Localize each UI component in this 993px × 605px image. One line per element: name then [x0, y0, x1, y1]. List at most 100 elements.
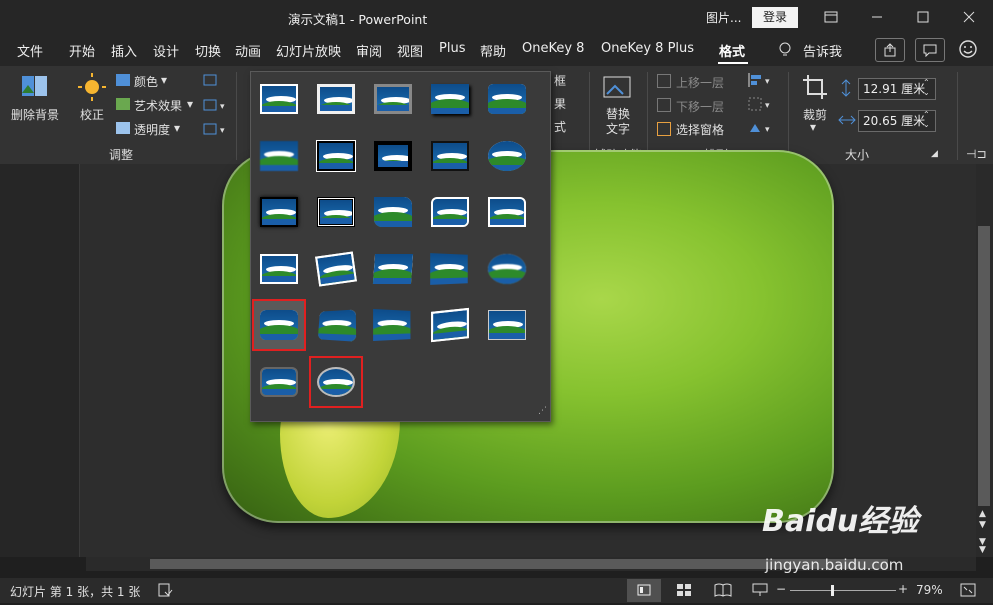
tab-view[interactable]: 视图: [397, 41, 423, 60]
picture-border-button[interactable]: 框: [554, 72, 566, 89]
tab-review[interactable]: 审阅: [356, 41, 382, 60]
remove-background-button[interactable]: 删除背景: [11, 106, 59, 123]
picture-style-metal-frame[interactable]: [368, 75, 418, 123]
ribbon-display-options-button[interactable]: [808, 0, 854, 34]
picture-effects-button[interactable]: 果: [554, 95, 566, 112]
picture-style-compound-frame-black[interactable]: [311, 188, 361, 236]
compress-pictures-icon[interactable]: [202, 73, 218, 90]
group-label-size: 大小: [845, 148, 870, 162]
picture-style-soft-edge-rectangle[interactable]: [254, 132, 304, 180]
picture-style-center-shadow-rectangle[interactable]: [254, 188, 304, 236]
picture-style-preview-icon: [372, 253, 414, 284]
login-button[interactable]: 登录: [752, 7, 798, 28]
picture-style-rotated-white[interactable]: [311, 245, 361, 293]
vertical-scroll-thumb[interactable]: [978, 226, 990, 506]
rotate-icon[interactable]: ▾: [747, 120, 773, 139]
fit-to-window-button[interactable]: [960, 583, 976, 600]
align-icon[interactable]: ▾: [747, 72, 773, 91]
minimize-button[interactable]: [854, 0, 900, 34]
slide-sorter-button[interactable]: [676, 583, 692, 600]
tell-me-search[interactable]: 告诉我: [803, 41, 842, 60]
send-backward-button[interactable]: 下移一层: [676, 98, 724, 115]
picture-style-preview-icon: [260, 366, 298, 397]
maximize-button[interactable]: [900, 0, 946, 34]
transparency-button[interactable]: 透明度: [134, 121, 170, 138]
transparency-icon: [116, 122, 130, 134]
zoom-slider-track[interactable]: [790, 590, 896, 591]
picture-style-relaxed-perspective[interactable]: [425, 245, 475, 293]
zoom-slider-thumb[interactable]: [831, 585, 834, 596]
picture-style-simple-frame-white[interactable]: [254, 75, 304, 123]
picture-layout-button[interactable]: 式: [554, 118, 566, 135]
normal-view-button[interactable]: [627, 579, 661, 602]
picture-style-bevel-perspective-left[interactable]: [425, 301, 475, 349]
picture-style-moderate-frame-white[interactable]: [482, 188, 532, 236]
picture-style-reflected-rounded-rectangle[interactable]: [482, 75, 532, 123]
picture-style-double-frame-black[interactable]: [311, 132, 361, 180]
next-slide-icon[interactable]: ▼ ▼: [979, 538, 986, 555]
gallery-resize-handle-icon[interactable]: ⋰: [538, 406, 547, 416]
artistic-dropdown-icon[interactable]: ▾: [187, 97, 193, 111]
transparency-dropdown-icon[interactable]: ▾: [174, 121, 180, 135]
picture-style-reflected-bevel-black[interactable]: [368, 301, 418, 349]
accessibility-check-icon[interactable]: [157, 582, 173, 601]
picture-style-preview-icon: [315, 251, 357, 286]
selection-pane-button[interactable]: 选择窗格: [676, 121, 724, 138]
corrections-button[interactable]: 校正: [80, 106, 104, 123]
svg-text:▾: ▾: [220, 126, 225, 136]
tab-insert[interactable]: 插入: [111, 41, 137, 60]
picture-style-snip-diagonal-corner[interactable]: [425, 188, 475, 236]
picture-style-reflected-bevel-white[interactable]: [482, 301, 532, 349]
picture-style-preview-icon: [260, 140, 298, 171]
color-dropdown-icon[interactable]: ▾: [161, 73, 167, 87]
share-button[interactable]: [875, 38, 905, 62]
tab-home[interactable]: 开始: [69, 41, 95, 60]
group-objects-icon[interactable]: ▾: [747, 96, 773, 115]
tab-file[interactable]: 文件: [17, 41, 43, 60]
change-picture-icon[interactable]: ▾: [202, 98, 228, 115]
artistic-effects-button[interactable]: 艺术效果: [134, 97, 182, 114]
tab-format[interactable]: 格式: [719, 41, 745, 60]
picture-style-drop-shadow-rectangle[interactable]: [425, 75, 475, 123]
zoom-in-button[interactable]: +: [898, 582, 908, 596]
color-button[interactable]: 颜色: [134, 73, 158, 90]
tab-animations[interactable]: 动画: [235, 41, 261, 60]
tab-design[interactable]: 设计: [153, 41, 179, 60]
crop-dropdown-icon[interactable]: ▾: [810, 120, 816, 134]
tab-onekey8[interactable]: OneKey 8: [522, 41, 584, 56]
height-spinner[interactable]: ⌃ ⌄: [923, 78, 930, 98]
feedback-smiley-button[interactable]: [958, 39, 978, 62]
comments-button[interactable]: [915, 38, 945, 62]
tab-onekey8-plus[interactable]: OneKey 8 Plus: [601, 41, 694, 56]
context-tab-label[interactable]: 图片...: [706, 9, 741, 26]
picture-style-perspective-shadow[interactable]: [368, 245, 418, 293]
picture-style-thick-matte-black[interactable]: [368, 132, 418, 180]
tab-slideshow[interactable]: 幻灯片放映: [276, 41, 341, 60]
slide-thumbnail-pane[interactable]: [0, 164, 80, 557]
tab-plus[interactable]: Plus: [439, 41, 465, 56]
zoom-out-button[interactable]: −: [776, 582, 786, 596]
picture-style-bevel-rectangle[interactable]: [252, 299, 306, 351]
picture-style-simple-frame-black[interactable]: [425, 132, 475, 180]
scroll-down-arrows-icon[interactable]: ▲ ▼: [979, 509, 986, 531]
tab-transitions[interactable]: 切换: [195, 41, 221, 60]
tab-help[interactable]: 帮助: [480, 41, 506, 60]
size-launcher-icon[interactable]: ◢: [931, 149, 938, 159]
slideshow-button[interactable]: [752, 583, 768, 600]
alt-text-button-line2[interactable]: 文字: [606, 120, 630, 137]
pin-ribbon-icon[interactable]: ⊣⊐: [966, 147, 987, 161]
picture-style-soft-edge-oval[interactable]: [482, 245, 532, 293]
picture-style-rounded-diagonal-corner[interactable]: [368, 188, 418, 236]
picture-style-moderate-frame-black[interactable]: [254, 245, 304, 293]
bring-forward-button[interactable]: 上移一层: [676, 74, 724, 91]
picture-style-reflected-oval[interactable]: [482, 132, 532, 180]
picture-style-metal-oval[interactable]: [309, 355, 363, 408]
reading-view-button[interactable]: [714, 583, 732, 600]
picture-style-metal-rounded-rectangle[interactable]: [254, 358, 304, 406]
picture-style-bevel-perspective[interactable]: [311, 301, 361, 349]
zoom-level[interactable]: 79%: [916, 583, 943, 597]
width-spinner[interactable]: ⌃ ⌄: [923, 110, 930, 130]
close-button[interactable]: [946, 0, 992, 34]
reset-picture-icon[interactable]: ▾: [202, 122, 228, 139]
picture-style-beveled-matte-white[interactable]: [311, 75, 361, 123]
